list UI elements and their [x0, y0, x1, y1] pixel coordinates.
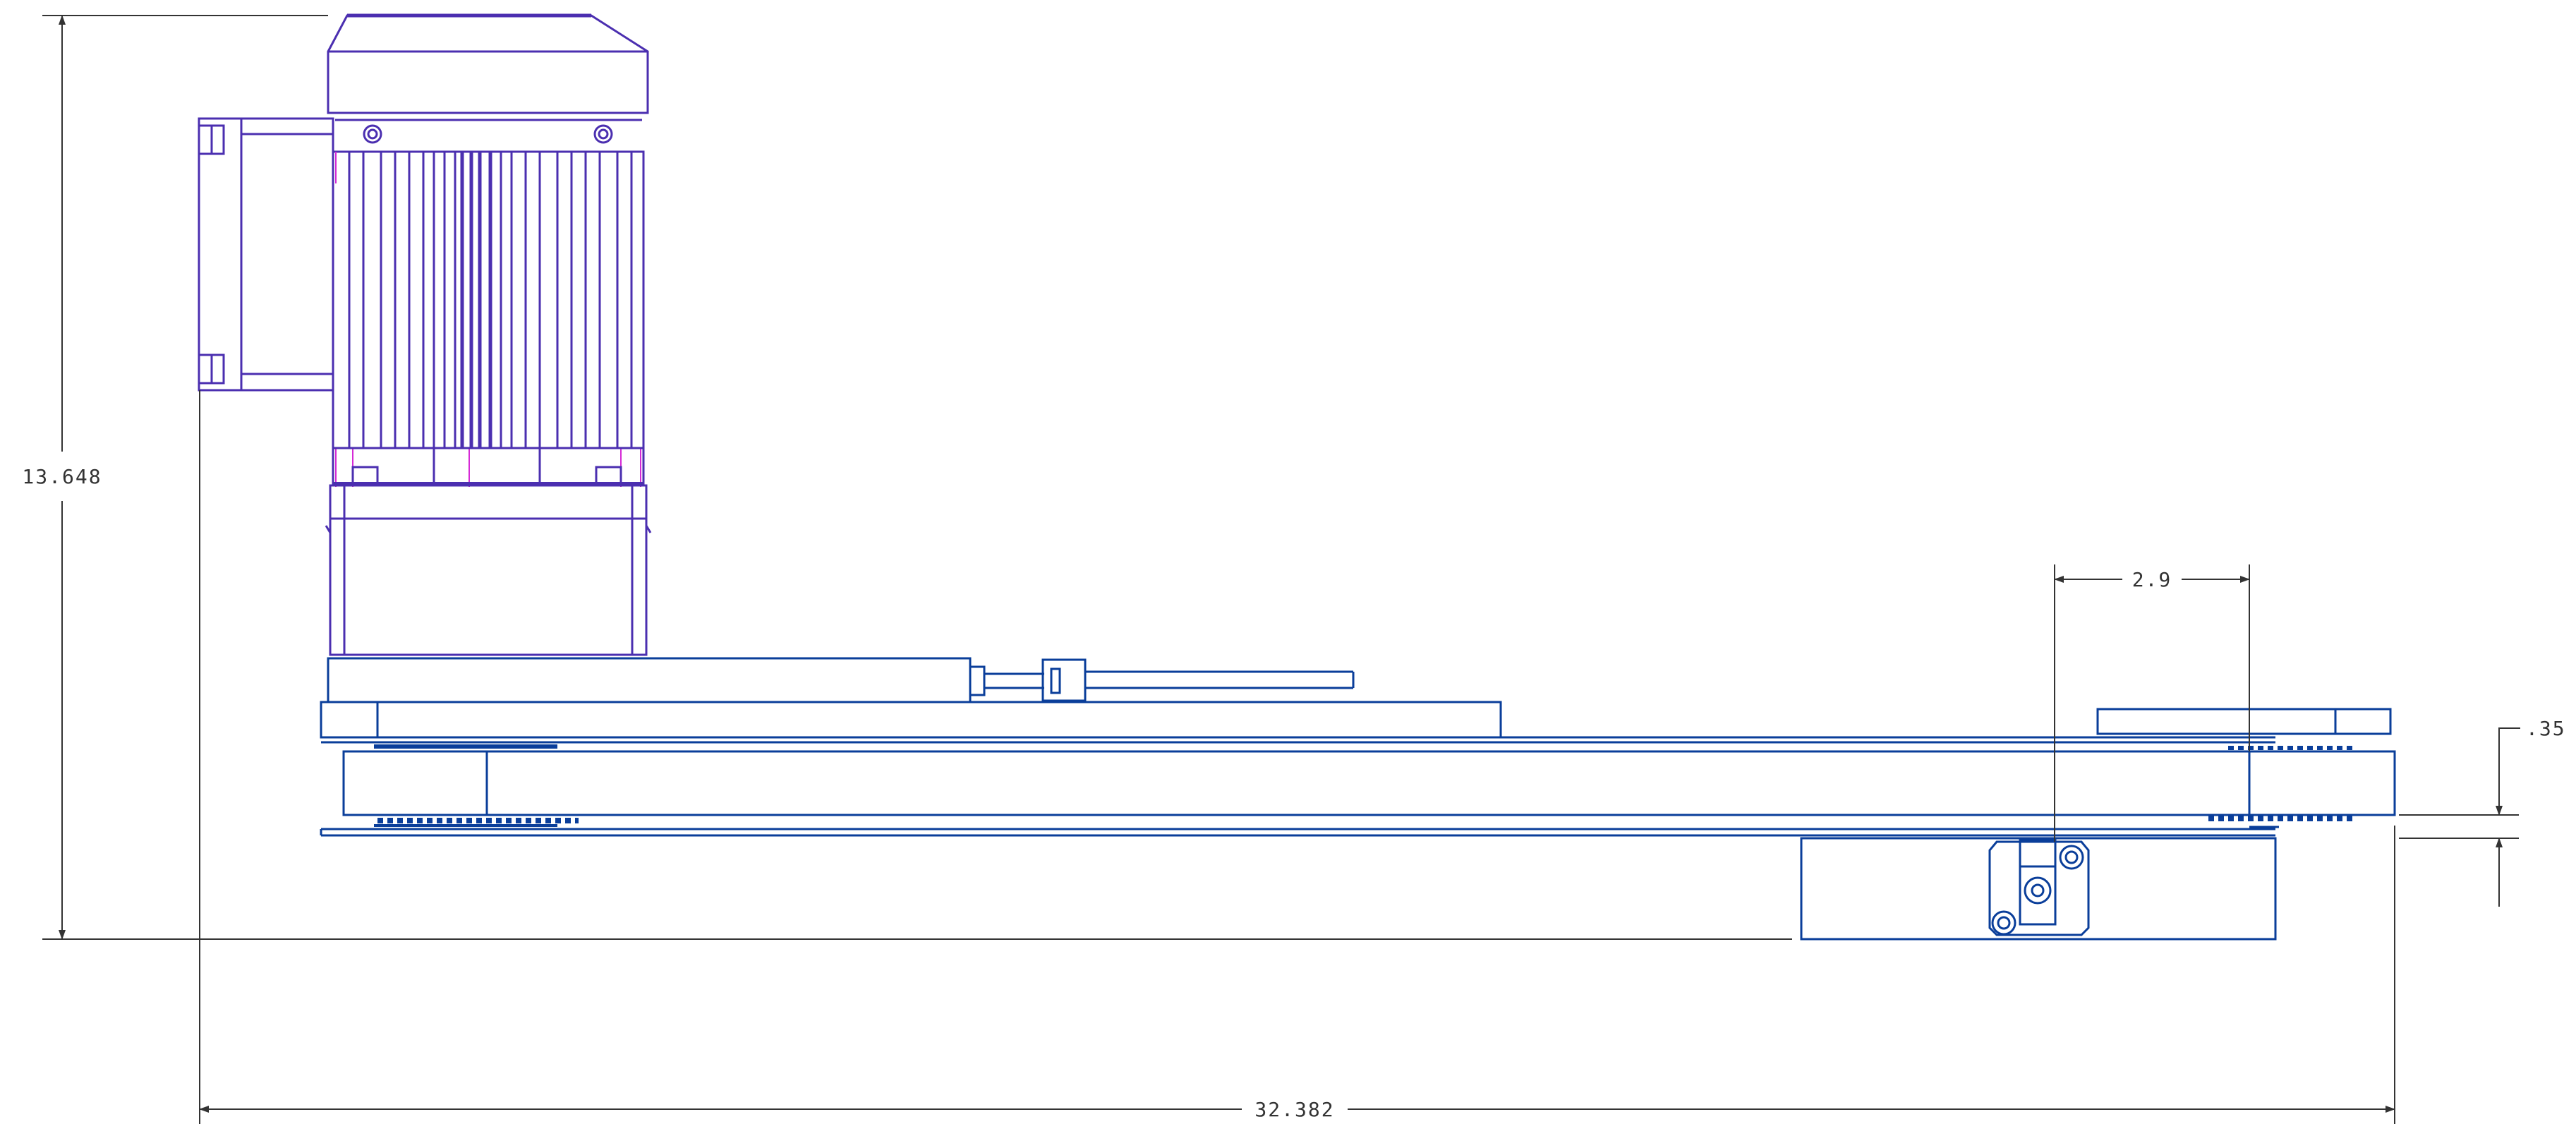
motor-terminal-box: [198, 117, 334, 392]
dimension-belt-thickness: [2399, 727, 2520, 907]
motor-mount-plate: [327, 657, 972, 703]
technical-drawing: 13.648 32.382 2.9 .35: [20, 13, 2566, 1124]
tail-pulley: [374, 744, 579, 827]
conveyor-assembly: [320, 657, 2396, 941]
dimension-offset-width: [2054, 564, 2250, 842]
dimension-overall-length: [199, 390, 2395, 1124]
overall-length-label: 32.382: [1254, 1098, 1334, 1121]
belt-thickness-label: .35: [2526, 717, 2566, 740]
mounting-plate-with-bolts: [1988, 838, 2090, 936]
conveyor-frame: [320, 736, 2396, 837]
dimension-overall-height: [42, 15, 1792, 940]
motor-assembly: [198, 13, 652, 656]
motor-base-feet: [332, 447, 645, 485]
motor-mount-ears: [335, 119, 642, 153]
motor-fan-cover: [327, 13, 649, 114]
gearbox: [325, 484, 652, 656]
conveyor-top-rail: [320, 701, 2392, 739]
offset-width-label: 2.9: [2132, 568, 2172, 591]
motor-cooling-fins: [332, 150, 645, 449]
dimension-labels: 13.648 32.382 2.9 .35: [20, 459, 2566, 1123]
overall-height-label: 13.648: [22, 465, 102, 488]
adjustment-screw: [969, 658, 1355, 702]
